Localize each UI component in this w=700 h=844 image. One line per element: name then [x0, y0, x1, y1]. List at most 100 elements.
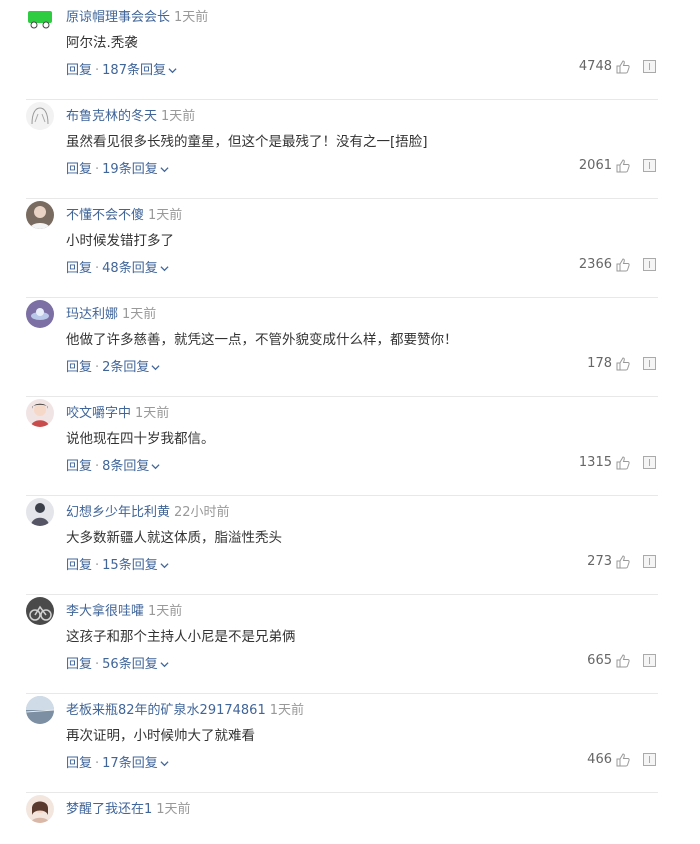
replies-toggle[interactable]: 187条回复 — [102, 63, 177, 78]
avatar-image — [28, 11, 52, 29]
timestamp: 1天前 — [148, 604, 183, 619]
timestamp: 22小时前 — [174, 505, 230, 520]
chevron-down-icon — [160, 662, 169, 668]
like-control[interactable]: 1315 — [579, 455, 630, 470]
username[interactable]: 老板来瓶82年的矿泉水29174861 — [66, 703, 266, 718]
timestamp: 1天前 — [174, 10, 209, 25]
like-control[interactable]: 2366 — [579, 257, 630, 272]
thumbs-up-icon — [616, 455, 630, 469]
report-icon[interactable] — [643, 555, 656, 568]
replies-toggle[interactable]: 48条回复 — [102, 261, 169, 276]
avatar[interactable] — [26, 102, 54, 130]
username[interactable]: 原谅帽理事会会长 — [66, 10, 170, 25]
avatar[interactable] — [26, 399, 54, 427]
comment-item: 幻想乡少年比利黄 22小时前 大多数新疆人就这体质，脂溢性秃头 回复 · 15条回复 … — [26, 495, 658, 595]
separator: · — [95, 459, 100, 474]
comment-actions: 回复 · 48条回复 — [66, 257, 169, 276]
separator: · — [95, 63, 100, 78]
reply-button[interactable]: 回复 — [66, 657, 92, 672]
comment-actions: 回复 · 17条回复 — [66, 752, 169, 771]
avatar-image — [30, 206, 50, 229]
comment-actions: 回复 · 19条回复 — [66, 158, 169, 177]
avatar[interactable] — [26, 696, 54, 724]
username[interactable]: 玛达利娜 — [66, 307, 118, 322]
replies-toggle[interactable]: 8条回复 — [102, 459, 160, 474]
username[interactable]: 幻想乡少年比利黄 — [66, 505, 170, 520]
comment-header: 布鲁克林的冬天 1天前 — [66, 105, 195, 124]
reply-count: 187条回复 — [102, 63, 166, 78]
comment-text: 小时候发错打多了 — [66, 233, 174, 249]
comment-text: 阿尔法.秃袭 — [66, 35, 138, 51]
reply-button[interactable]: 回复 — [66, 459, 92, 474]
reply-count: 8条回复 — [102, 459, 150, 474]
reply-button[interactable]: 回复 — [66, 558, 92, 573]
reply-count: 56条回复 — [102, 657, 158, 672]
like-control[interactable]: 4748 — [579, 59, 630, 74]
replies-toggle[interactable]: 15条回复 — [102, 558, 169, 573]
report-icon[interactable] — [643, 159, 656, 172]
report-icon[interactable] — [643, 456, 656, 469]
report-icon[interactable] — [643, 753, 656, 766]
like-control[interactable]: 2061 — [579, 158, 630, 173]
avatar-image — [31, 801, 49, 823]
avatar[interactable] — [26, 498, 54, 526]
replies-toggle[interactable]: 2条回复 — [102, 360, 160, 375]
comment-item: 老板来瓶82年的矿泉水29174861 1天前 再次证明，小时候帅大了就难看 回复… — [26, 693, 658, 793]
replies-toggle[interactable]: 17条回复 — [102, 756, 169, 771]
replies-toggle[interactable]: 56条回复 — [102, 657, 169, 672]
comment-item: 原谅帽理事会会长 1天前 阿尔法.秃袭 回复 · 187条回复 4748 — [26, 0, 658, 100]
comment-item: 不懂不会不傻 1天前 小时候发错打多了 回复 · 48条回复 2366 — [26, 198, 658, 298]
avatar[interactable] — [26, 3, 54, 31]
like-control[interactable]: 466 — [587, 752, 630, 767]
comment-actions: 回复 · 8条回复 — [66, 455, 160, 474]
username[interactable]: 李大拿很哇嚯 — [66, 604, 144, 619]
chevron-down-icon — [160, 761, 169, 767]
report-icon[interactable] — [643, 258, 656, 271]
like-count: 1315 — [578, 455, 612, 470]
comment-text: 他做了许多慈善，就凭这一点，不管外貌变成什么样，都要赞你！ — [66, 332, 458, 348]
avatar[interactable] — [26, 795, 54, 823]
reply-button[interactable]: 回复 — [66, 162, 92, 177]
reply-button[interactable]: 回复 — [66, 63, 92, 78]
comment-item: 李大拿很哇嚯 1天前 这孩子和那个主持人小尼是不是兄弟俩 回复 · 56条回复 665 — [26, 594, 658, 694]
username[interactable]: 布鲁克林的冬天 — [66, 109, 157, 124]
thumbs-up-icon — [616, 158, 630, 172]
comment-item: 玛达利娜 1天前 他做了许多慈善，就凭这一点，不管外貌变成什么样，都要赞你！ 回复… — [26, 297, 658, 397]
separator: · — [95, 657, 100, 672]
timestamp: 1天前 — [269, 703, 304, 718]
avatar-image — [31, 403, 49, 427]
reply-button[interactable]: 回复 — [66, 756, 92, 771]
avatar[interactable] — [26, 201, 54, 229]
report-icon[interactable] — [643, 357, 656, 370]
timestamp: 1天前 — [148, 208, 183, 223]
comment-header: 不懂不会不傻 1天前 — [66, 204, 182, 223]
report-icon[interactable] — [643, 60, 656, 73]
like-control[interactable]: 665 — [587, 653, 630, 668]
separator: · — [95, 360, 100, 375]
username[interactable]: 梦醒了我还在1 — [66, 802, 152, 817]
username[interactable]: 不懂不会不傻 — [66, 208, 144, 223]
reply-count: 48条回复 — [102, 261, 158, 276]
timestamp: 1天前 — [122, 307, 157, 322]
avatar[interactable] — [26, 300, 54, 328]
avatar-image — [29, 605, 52, 621]
like-control[interactable]: 273 — [587, 554, 630, 569]
thumbs-up-icon — [616, 752, 630, 766]
comment-header: 幻想乡少年比利黄 22小时前 — [66, 501, 230, 520]
comment-header: 梦醒了我还在1 1天前 — [66, 798, 191, 817]
comment-text: 说他现在四十岁我都信。 — [66, 431, 215, 447]
replies-toggle[interactable]: 19条回复 — [102, 162, 169, 177]
reply-button[interactable]: 回复 — [66, 360, 92, 375]
username[interactable]: 咬文嚼字中 — [66, 406, 131, 421]
timestamp: 1天前 — [135, 406, 170, 421]
report-icon[interactable] — [643, 654, 656, 667]
avatar[interactable] — [26, 597, 54, 625]
reply-button[interactable]: 回复 — [66, 261, 92, 276]
comment-item: 咬文嚼字中 1天前 说他现在四十岁我都信。 回复 · 8条回复 1315 — [26, 396, 658, 496]
like-count: 665 — [587, 653, 612, 668]
comment-actions: 回复 · 15条回复 — [66, 554, 169, 573]
like-control[interactable]: 178 — [587, 356, 630, 371]
thumbs-up-icon — [616, 257, 630, 271]
thumbs-up-icon — [616, 653, 630, 667]
comment-item: 梦醒了我还在1 1天前 — [26, 792, 658, 844]
